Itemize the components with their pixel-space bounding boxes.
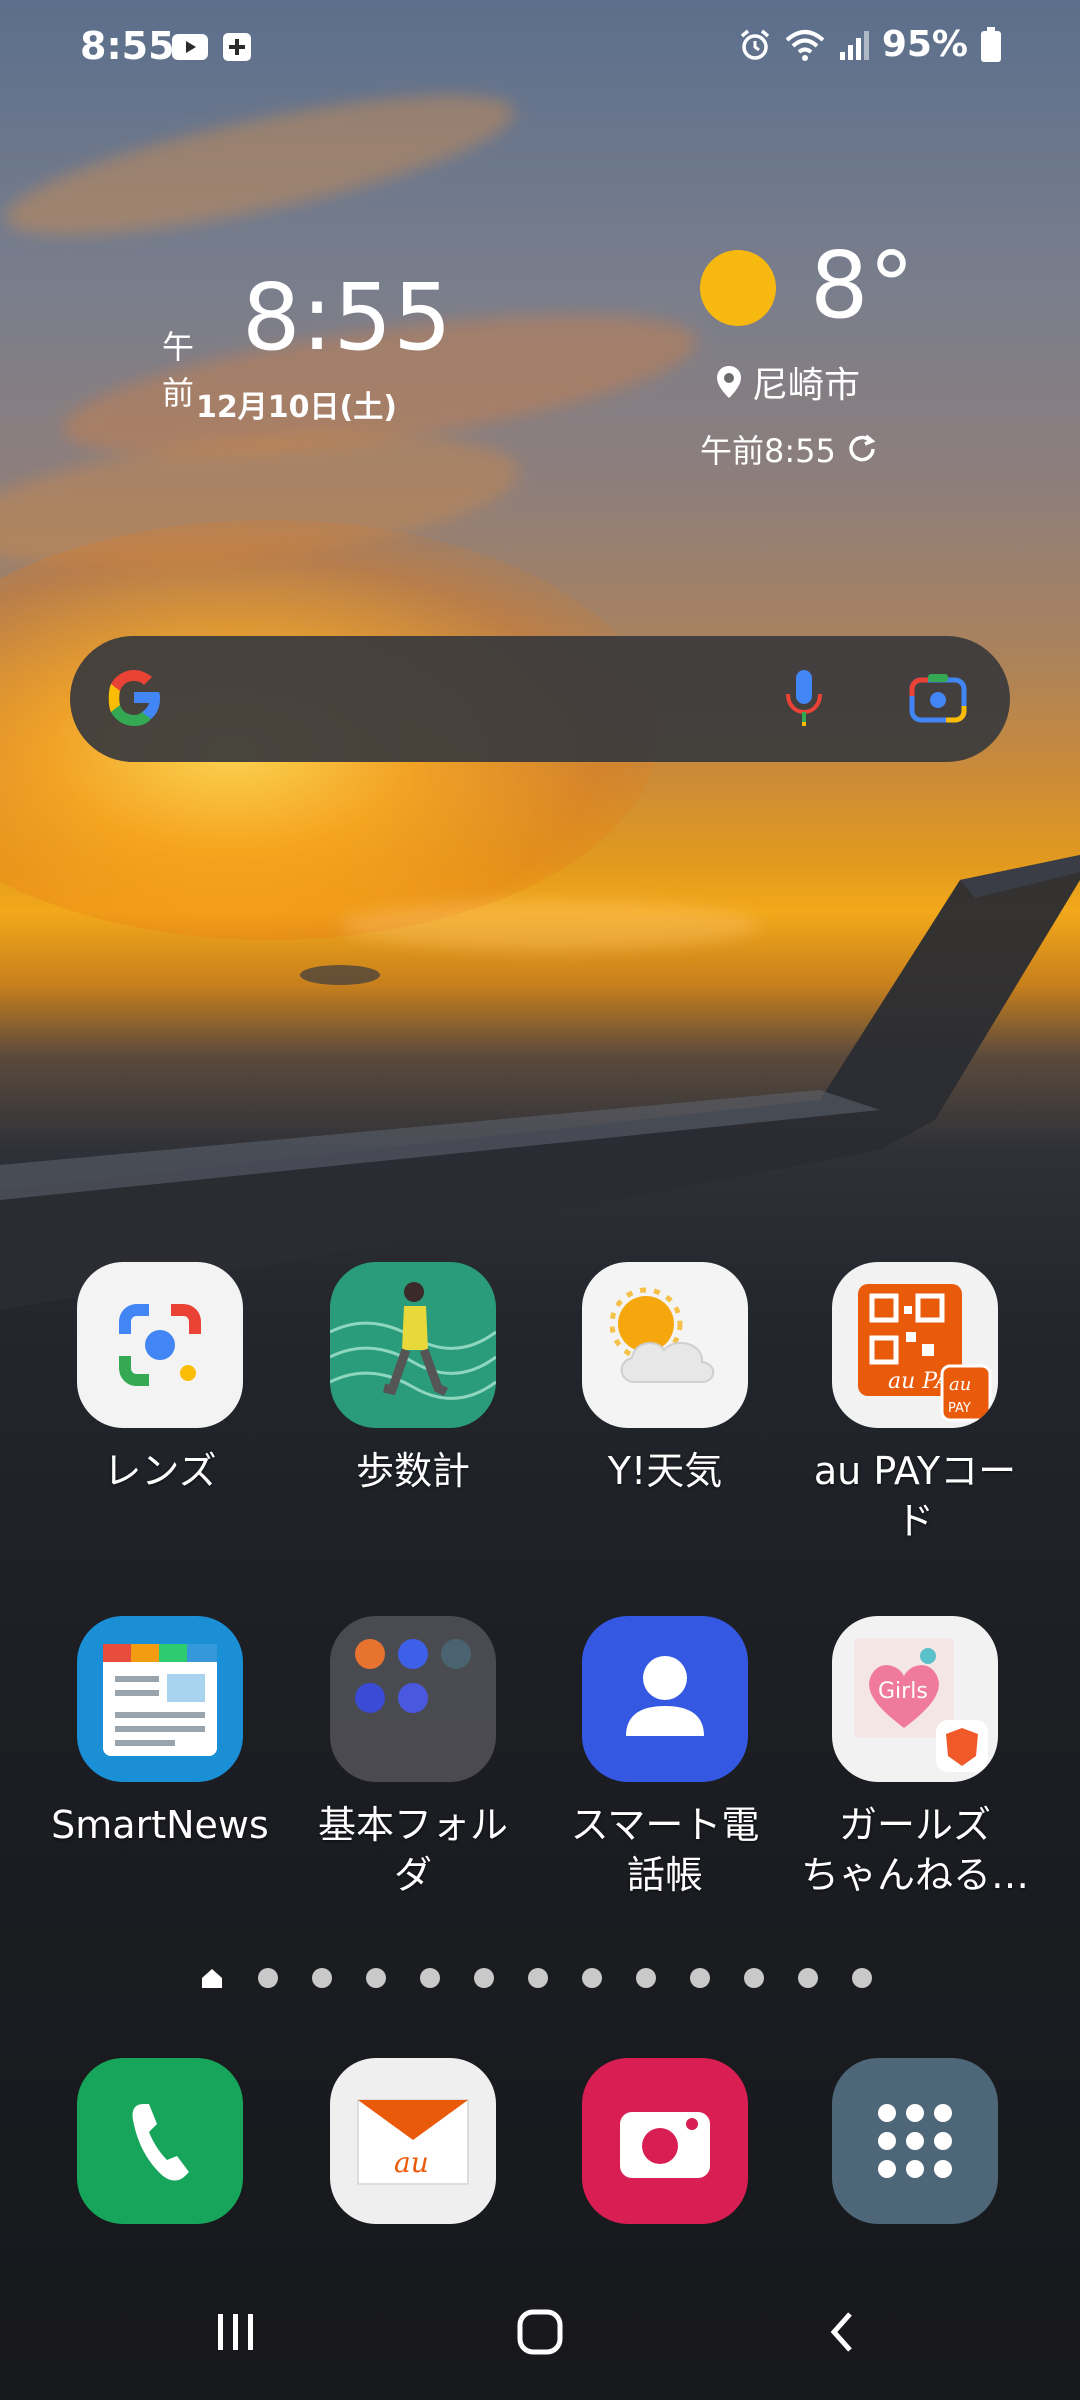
svg-text:au: au bbox=[394, 2146, 429, 2179]
phone-icon bbox=[77, 2058, 243, 2224]
app-label: SmartNews bbox=[51, 1803, 269, 1847]
app-label-line1: au PAYコー bbox=[813, 1449, 1017, 1493]
clock-ampm: 午前 bbox=[162, 328, 195, 412]
signal-icon bbox=[839, 30, 869, 60]
page-dot[interactable] bbox=[258, 1968, 278, 1988]
app-smartnews[interactable]: SmartNews bbox=[35, 1616, 285, 1850]
weather-location: 尼崎市 bbox=[716, 356, 860, 408]
home-icon[interactable] bbox=[514, 2306, 566, 2358]
app-au-pay[interactable]: au PAY au PAY au PAYコー ド bbox=[790, 1262, 1040, 1546]
page-dot[interactable] bbox=[420, 1968, 440, 1988]
app-label: Y!天気 bbox=[607, 1449, 723, 1493]
refresh-icon[interactable] bbox=[846, 433, 878, 465]
camera-icon bbox=[582, 2058, 748, 2224]
status-time: 8:55 bbox=[80, 24, 175, 68]
app-pedometer[interactable]: 歩数計 bbox=[288, 1262, 538, 1496]
app-label: au PAYコー ド bbox=[790, 1446, 1040, 1546]
page-dot[interactable] bbox=[798, 1968, 818, 1988]
wifi-icon bbox=[785, 29, 825, 61]
app-folder[interactable]: 基本フォル ダ bbox=[288, 1616, 538, 1900]
yahoo-weather-icon bbox=[582, 1262, 748, 1428]
page-indicator bbox=[200, 1966, 872, 1990]
svg-text:Girls: Girls bbox=[878, 1679, 928, 1704]
location-pin-icon bbox=[717, 366, 741, 398]
app-girls-channel[interactable]: Girls ガールズ ちゃんねる… bbox=[790, 1616, 1040, 1900]
page-dot[interactable] bbox=[852, 1968, 872, 1988]
app-label: スマート電 話帳 bbox=[540, 1800, 790, 1900]
alarm-icon bbox=[740, 29, 769, 60]
app-label-line2: 話帳 bbox=[626, 1853, 703, 1897]
page-dot[interactable] bbox=[528, 1968, 548, 1988]
app-label: 歩数計 bbox=[355, 1449, 470, 1493]
app-label-line1: スマート電 bbox=[570, 1803, 760, 1847]
app-label-line1: 基本フォル bbox=[317, 1803, 508, 1847]
svg-text:au: au bbox=[949, 1374, 971, 1395]
app-contacts[interactable]: スマート電 話帳 bbox=[540, 1616, 790, 1900]
weather-widget[interactable]: 8° 尼崎市 午前8:55 bbox=[690, 240, 950, 480]
app-label-line2: ド bbox=[895, 1499, 934, 1543]
app-label: ガールズ ちゃんねる… bbox=[790, 1800, 1040, 1900]
youtube-icon bbox=[172, 34, 208, 60]
app-label: レンズ bbox=[103, 1449, 217, 1493]
page-dot[interactable] bbox=[690, 1968, 710, 1988]
app-yahoo-weather[interactable]: Y!天気 bbox=[540, 1262, 790, 1496]
page-dot[interactable] bbox=[636, 1968, 656, 1988]
google-lens-camera-icon[interactable] bbox=[906, 666, 970, 730]
google-g-icon bbox=[108, 670, 160, 726]
app-label: 基本フォル ダ bbox=[288, 1800, 538, 1900]
dock-camera[interactable] bbox=[540, 2058, 790, 2224]
mic-icon[interactable] bbox=[782, 666, 826, 730]
clock-date: 12月10日(土) bbox=[196, 390, 397, 425]
dock-app-drawer[interactable] bbox=[790, 2058, 1040, 2224]
weather-updated-time: 午前8:55 bbox=[700, 432, 836, 470]
plus-square-icon bbox=[223, 33, 251, 61]
google-lens-icon bbox=[77, 1262, 243, 1428]
au-mail-icon: au bbox=[330, 2058, 496, 2224]
app-label-line1: ガールズ bbox=[838, 1803, 991, 1847]
sun-icon bbox=[700, 250, 776, 326]
au-pay-qr-icon: au PAY au PAY bbox=[832, 1262, 998, 1428]
contacts-icon bbox=[582, 1616, 748, 1782]
clock-time: 8:55 bbox=[242, 264, 453, 371]
page-dot[interactable] bbox=[312, 1968, 332, 1988]
home-page-icon[interactable] bbox=[200, 1966, 224, 1990]
weather-updated: 午前8:55 bbox=[700, 426, 878, 472]
app-lens[interactable]: レンズ bbox=[35, 1262, 285, 1496]
battery-percent: 95% bbox=[881, 24, 968, 65]
dock-phone[interactable] bbox=[35, 2058, 285, 2224]
navigation-bar bbox=[0, 2270, 1080, 2400]
smartnews-icon bbox=[77, 1616, 243, 1782]
weather-location-label: 尼崎市 bbox=[752, 365, 861, 406]
svg-text:PAY: PAY bbox=[948, 1401, 971, 1416]
girls-channel-icon: Girls bbox=[832, 1616, 998, 1782]
pedometer-icon bbox=[330, 1262, 496, 1428]
page-dot[interactable] bbox=[474, 1968, 494, 1988]
status-bar: 8:55 95% bbox=[0, 0, 1080, 100]
back-icon[interactable] bbox=[818, 2306, 870, 2358]
page-dot[interactable] bbox=[366, 1968, 386, 1988]
weather-temperature: 8° bbox=[810, 232, 915, 339]
apps-grid-icon bbox=[832, 2058, 998, 2224]
app-label-line2: ダ bbox=[393, 1853, 432, 1897]
dock-au-mail[interactable]: au bbox=[288, 2058, 538, 2224]
recents-icon[interactable] bbox=[210, 2306, 262, 2358]
page-dot[interactable] bbox=[582, 1968, 602, 1988]
folder-icon bbox=[330, 1616, 496, 1782]
page-dot[interactable] bbox=[744, 1968, 764, 1988]
google-search-bar[interactable] bbox=[70, 636, 1010, 762]
app-label-line2: ちゃんねる… bbox=[800, 1853, 1029, 1897]
battery-icon bbox=[981, 26, 1001, 62]
